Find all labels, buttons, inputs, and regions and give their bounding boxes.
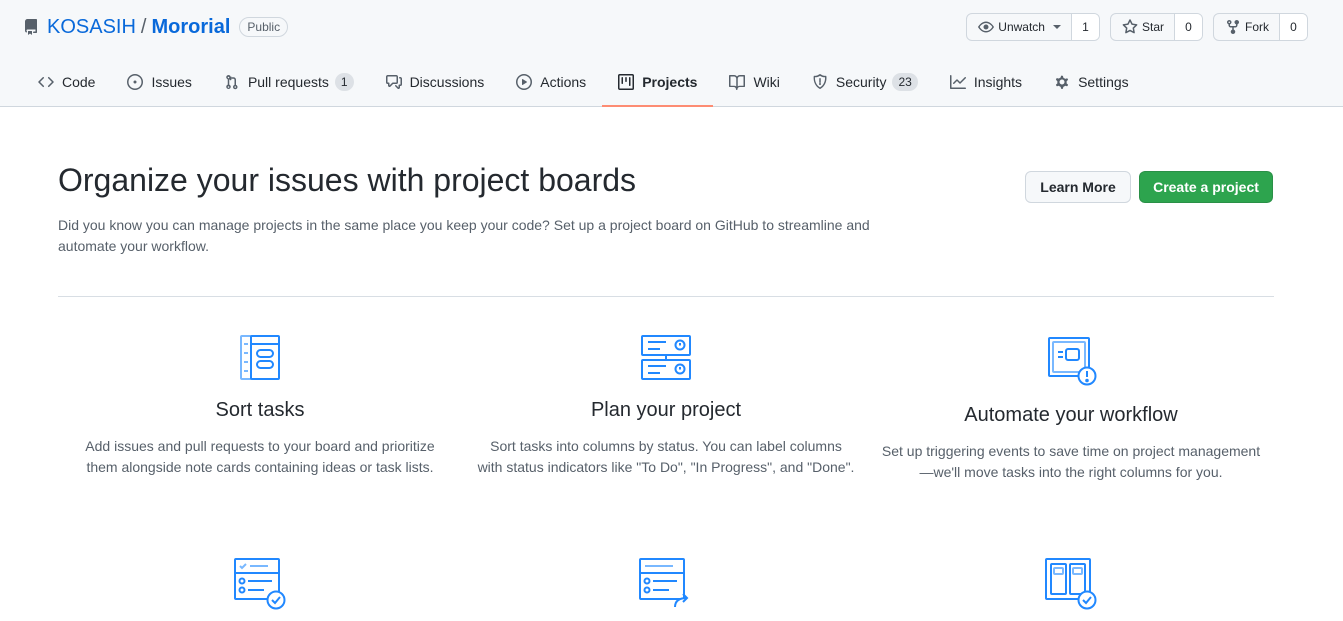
task-list-share-icon [639,558,689,608]
sort-tasks-icon [240,335,280,380]
tab-settings[interactable]: Settings [1038,58,1145,106]
tab-label: Actions [540,74,587,90]
tab-label: Pull requests [247,74,329,90]
shield-icon [813,74,827,90]
plan-project-icon [641,335,691,380]
star-button[interactable]: Star [1111,14,1174,40]
tab-label: Settings [1078,74,1129,90]
repo-icon [23,19,39,35]
pull-request-icon [226,74,238,90]
chevron-down-icon [1052,25,1061,29]
play-icon [516,74,533,90]
repo-owner-link[interactable]: KOSASIH [47,16,136,39]
gear-icon [1056,75,1069,89]
repo-nav: Code Issues Pull requests 1 Discussions … [22,58,1145,107]
repo-name-link[interactable]: Mororial [151,16,230,39]
fork-button[interactable]: Fork [1214,14,1279,40]
feature-sort-tasks: Sort tasks Add issues and pull requests … [70,331,450,478]
star-icon [1122,19,1138,34]
discussions-icon [385,75,402,89]
learn-more-button[interactable]: Learn More [1025,171,1131,203]
tab-wiki[interactable]: Wiki [713,58,795,106]
section-divider [58,296,1274,297]
feature-title: Automate your workflow [964,404,1178,426]
tab-discussions[interactable]: Discussions [370,58,501,106]
page-description: Did you know you can manage projects in … [58,217,870,254]
tab-label: Discussions [409,74,485,90]
feature-automate-workflow: Automate your workflow Set up triggering… [881,336,1261,483]
project-icon [618,74,635,90]
fork-count[interactable]: 0 [1279,14,1307,40]
book-icon [729,75,746,90]
code-icon [38,76,54,88]
watch-count[interactable]: 1 [1070,14,1099,40]
watch-label: Unwatch [998,20,1045,34]
watch-button-group: Unwatch 1 [966,13,1100,41]
task-list-check-icon [234,558,286,610]
create-project-button[interactable]: Create a project [1139,171,1273,203]
feature-text: Sort tasks into columns by status. You c… [477,438,855,475]
repo-header: KOSASIH / Mororial Public Unwatch 1 Star… [0,0,1343,107]
tab-label: Code [62,74,96,90]
repo-actions: Unwatch 1 Star 0 Fork 0 [966,13,1308,41]
star-label: Star [1141,20,1164,34]
security-counter: 23 [892,73,918,91]
tab-label: Insights [973,74,1023,90]
tab-actions[interactable]: Actions [500,58,602,106]
star-count[interactable]: 0 [1174,14,1202,40]
watch-button[interactable]: Unwatch [967,14,1071,40]
tab-label: Security [835,74,887,90]
tab-code[interactable]: Code [22,58,111,106]
feature-title: Plan your project [590,399,742,421]
pull-requests-counter: 1 [334,73,354,91]
graph-icon [949,75,966,89]
feature-title: Sort tasks [215,399,305,421]
tab-insights[interactable]: Insights [934,58,1038,106]
board-check-icon [1045,558,1097,610]
tab-pull-requests[interactable]: Pull requests 1 [208,58,370,106]
page-title: Organize your issues with project boards [58,162,637,198]
fork-label: Fork [1245,20,1269,34]
tab-security[interactable]: Security 23 [796,58,934,106]
feature-plan-project: Plan your project Sort tasks into column… [476,331,856,478]
feature-text: Set up triggering events to save time on… [881,443,1261,480]
repo-title: KOSASIH / Mororial Public [23,14,289,40]
tab-projects[interactable]: Projects [602,58,714,107]
tab-label: Wiki [753,74,780,90]
fork-icon [1227,19,1239,35]
path-separator: / [140,15,147,38]
star-button-group: Star 0 [1109,13,1203,41]
tab-issues[interactable]: Issues [111,58,207,106]
visibility-badge: Public [239,17,289,37]
eye-icon [978,21,995,33]
automate-workflow-icon [1048,337,1097,386]
issue-icon [127,74,144,90]
feature-text: Add issues and pull requests to your boa… [85,438,435,475]
tab-label: Issues [151,74,192,90]
fork-button-group: Fork 0 [1213,13,1308,41]
tab-label: Projects [642,74,698,90]
